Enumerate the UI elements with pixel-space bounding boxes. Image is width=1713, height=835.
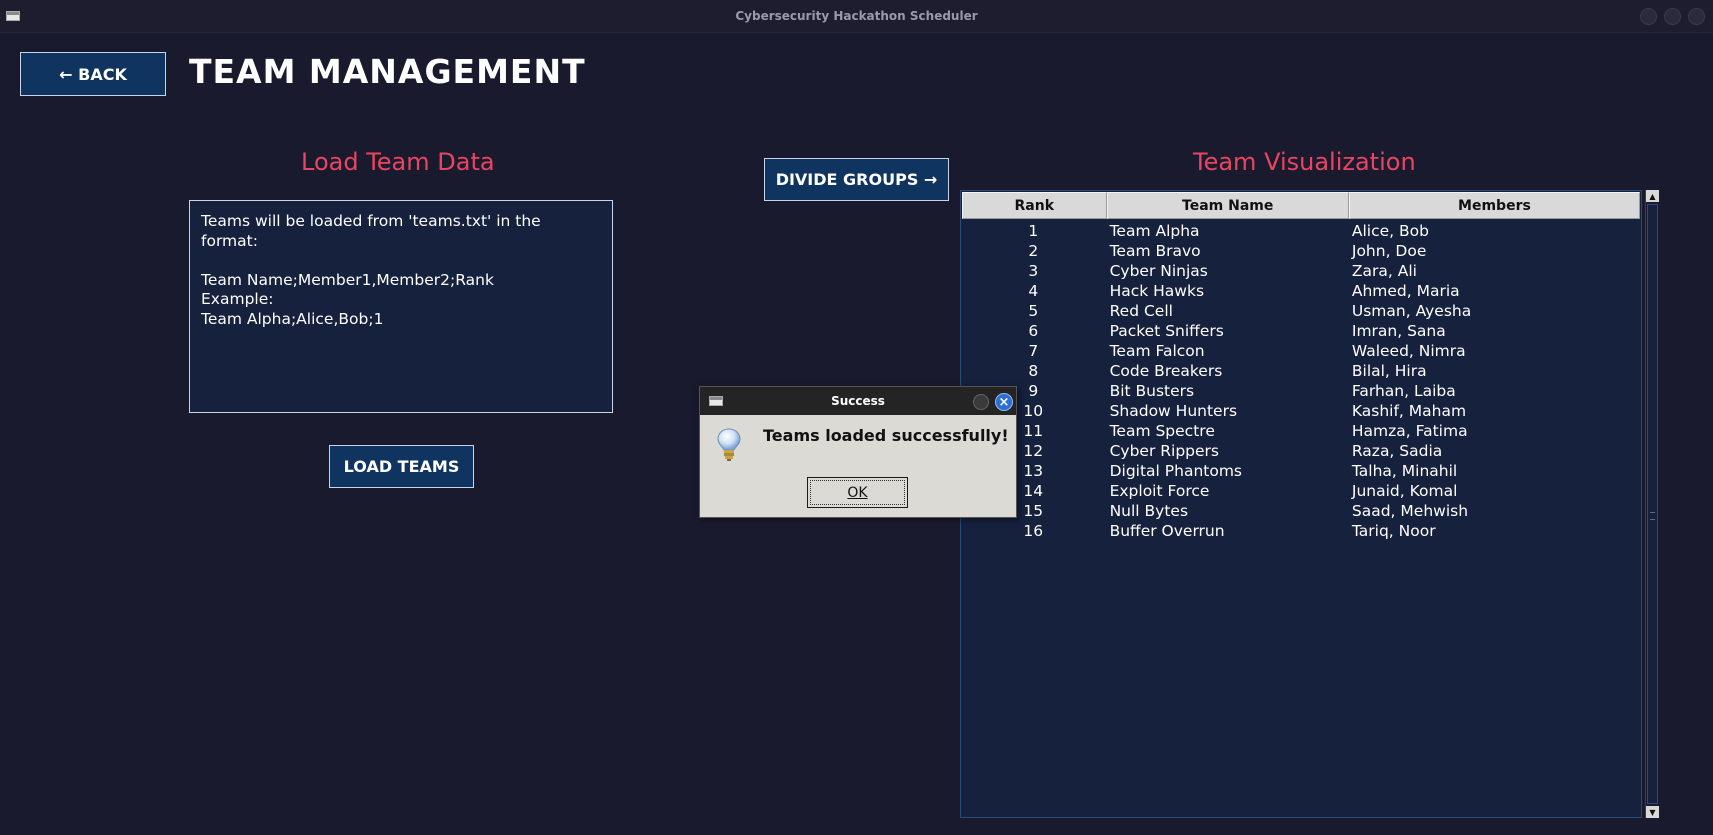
cell-members: Tariq, Noor xyxy=(1351,522,1436,540)
window-titlebar: Cybersecurity Hackathon Scheduler xyxy=(0,0,1713,33)
table-row[interactable]: 10 Shadow Hunters Kashif, Maham xyxy=(962,401,1640,421)
scroll-grip-icon xyxy=(1650,512,1655,520)
dialog-title: Success xyxy=(831,394,885,408)
load-teams-button[interactable]: LOAD TEAMS xyxy=(329,445,474,488)
cell-team-name: Cyber Ninjas xyxy=(1109,262,1208,280)
cell-team-name: Buffer Overrun xyxy=(1109,522,1225,540)
column-header-rank[interactable]: Rank xyxy=(962,192,1107,219)
cell-members: Raza, Sadia xyxy=(1351,442,1443,460)
table-row[interactable]: 8 Code Breakers Bilal, Hira xyxy=(962,361,1640,381)
cell-members: Talha, Minahil xyxy=(1351,462,1458,480)
cell-team-name: Team Spectre xyxy=(1109,422,1215,440)
cell-members: Ahmed, Maria xyxy=(1351,282,1460,300)
window-close-button[interactable] xyxy=(1688,8,1705,25)
cell-team-name: Red Cell xyxy=(1109,302,1173,320)
format-info-textbox[interactable]: Teams will be loaded from 'teams.txt' in… xyxy=(189,200,613,413)
success-dialog: Success × Teams loaded successfully! OK xyxy=(699,386,1017,518)
column-header-members[interactable]: Members xyxy=(1348,192,1640,219)
cell-team-name: Team Bravo xyxy=(1109,242,1201,260)
cell-team-name: Team Falcon xyxy=(1109,342,1205,360)
dialog-minimize-button[interactable] xyxy=(973,394,989,410)
cell-team-name: Null Bytes xyxy=(1109,502,1189,520)
page-title: TEAM MANAGEMENT xyxy=(189,52,586,91)
column-header-team-name[interactable]: Team Name xyxy=(1106,192,1349,219)
ok-button-label: OK xyxy=(847,484,868,501)
table-row[interactable]: 16 Buffer Overrun Tariq, Noor xyxy=(962,521,1640,541)
table-row[interactable]: 11 Team Spectre Hamza, Fatima xyxy=(962,421,1640,441)
window-maximize-button[interactable] xyxy=(1664,8,1681,25)
ok-button[interactable]: OK xyxy=(807,477,908,508)
table-row[interactable]: 14 Exploit Force Junaid, Komal xyxy=(962,481,1640,501)
table-row[interactable]: 9 Bit Busters Farhan, Laiba xyxy=(962,381,1640,401)
cell-team-name: Exploit Force xyxy=(1109,482,1210,500)
scroll-down-arrow-icon[interactable]: ▼ xyxy=(1646,806,1659,818)
cell-members: Junaid, Komal xyxy=(1351,482,1458,500)
table-row[interactable]: 7 Team Falcon Waleed, Nimra xyxy=(962,341,1640,361)
table-header: Rank Team Name Members xyxy=(962,192,1640,219)
cell-team-name: Cyber Rippers xyxy=(1109,442,1219,460)
table-body: 1 Team Alpha Alice, Bob 2 Team Bravo John, Do… xyxy=(962,221,1640,541)
cell-rank: 1 xyxy=(1028,222,1039,240)
cell-rank: 8 xyxy=(1028,362,1039,380)
visualization-title: Team Visualization xyxy=(1193,148,1416,176)
cell-members: John, Doe xyxy=(1351,242,1427,260)
cell-rank: 3 xyxy=(1028,262,1039,280)
table-row[interactable]: 3 Cyber Ninjas Zara, Ali xyxy=(962,261,1640,281)
load-section-title: Load Team Data xyxy=(301,148,495,176)
back-button[interactable]: ← BACK xyxy=(20,52,166,96)
cell-rank: 5 xyxy=(1028,302,1039,320)
cell-rank: 2 xyxy=(1028,242,1039,260)
cell-rank: 6 xyxy=(1028,322,1039,340)
cell-team-name: Bit Busters xyxy=(1109,382,1195,400)
cell-members: Saad, Mehwish xyxy=(1351,502,1469,520)
cell-members: Bilal, Hira xyxy=(1351,362,1427,380)
team-table[interactable]: Rank Team Name Members 1 Team Alpha Alice,… xyxy=(960,190,1642,818)
cell-members: Usman, Ayesha xyxy=(1351,302,1472,320)
dialog-message: Teams loaded successfully! xyxy=(763,426,1009,445)
cell-members: Alice, Bob xyxy=(1351,222,1429,240)
scroll-up-arrow-icon[interactable]: ▲ xyxy=(1646,190,1659,202)
cell-members: Waleed, Nimra xyxy=(1351,342,1466,360)
table-row[interactable]: 1 Team Alpha Alice, Bob xyxy=(962,221,1640,241)
cell-members: Kashif, Maham xyxy=(1351,402,1467,420)
divide-groups-button[interactable]: DIVIDE GROUPS → xyxy=(764,158,949,201)
table-scrollbar[interactable]: ▲ ▼ xyxy=(1645,190,1659,818)
cell-rank: 7 xyxy=(1028,342,1039,360)
cell-members: Zara, Ali xyxy=(1351,262,1417,280)
cell-rank: 4 xyxy=(1028,282,1039,300)
table-row[interactable]: 5 Red Cell Usman, Ayesha xyxy=(962,301,1640,321)
cell-members: Farhan, Laiba xyxy=(1351,382,1456,400)
cell-members: Hamza, Fatima xyxy=(1351,422,1468,440)
cell-team-name: Team Alpha xyxy=(1109,222,1200,240)
scrollbar-thumb[interactable] xyxy=(1647,204,1658,804)
table-row[interactable]: 12 Cyber Rippers Raza, Sadia xyxy=(962,441,1640,461)
cell-rank: 16 xyxy=(1023,522,1044,540)
window-minimize-button[interactable] xyxy=(1640,8,1657,25)
cell-team-name: Shadow Hunters xyxy=(1109,402,1238,420)
window-title: Cybersecurity Hackathon Scheduler xyxy=(735,9,978,23)
dialog-titlebar: Success × xyxy=(700,387,1016,415)
lightbulb-icon xyxy=(717,428,741,461)
cell-team-name: Hack Hawks xyxy=(1109,282,1205,300)
table-row[interactable]: 13 Digital Phantoms Talha, Minahil xyxy=(962,461,1640,481)
cell-team-name: Code Breakers xyxy=(1109,362,1223,380)
cell-team-name: Digital Phantoms xyxy=(1109,462,1243,480)
table-row[interactable]: 6 Packet Sniffers Imran, Sana xyxy=(962,321,1640,341)
dialog-close-button[interactable]: × xyxy=(995,393,1013,411)
table-row[interactable]: 2 Team Bravo John, Doe xyxy=(962,241,1640,261)
table-row[interactable]: 15 Null Bytes Saad, Mehwish xyxy=(962,501,1640,521)
table-row[interactable]: 4 Hack Hawks Ahmed, Maria xyxy=(962,281,1640,301)
cell-team-name: Packet Sniffers xyxy=(1109,322,1224,340)
cell-members: Imran, Sana xyxy=(1351,322,1446,340)
